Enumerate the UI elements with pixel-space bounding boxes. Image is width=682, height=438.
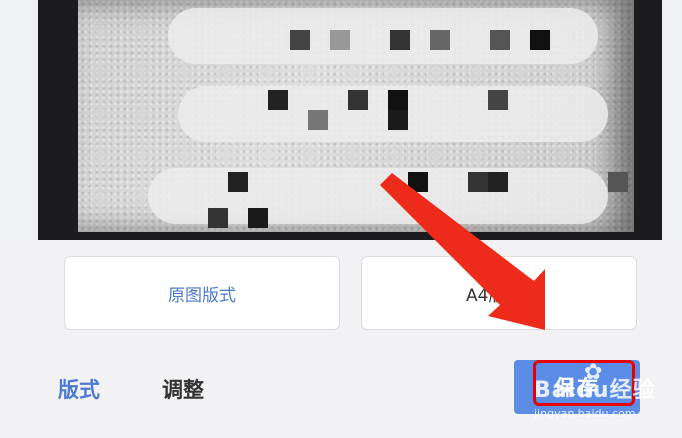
watermark-brand: Baidu经验	[534, 378, 656, 403]
watermark-url: jingyan.baidu.com	[534, 407, 636, 420]
baidu-watermark: ✿ Baidu经验 jingyan.baidu.com	[534, 360, 682, 438]
